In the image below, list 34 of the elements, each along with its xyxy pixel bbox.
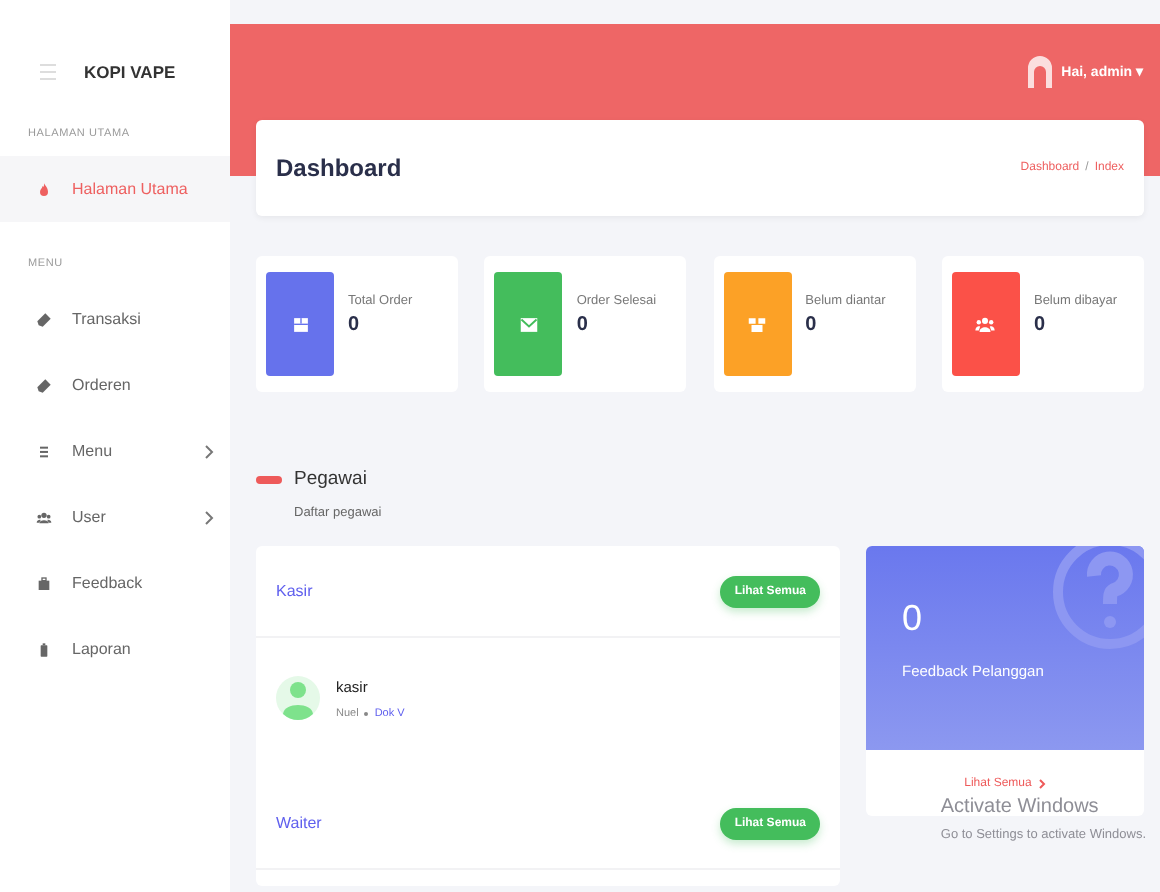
stat-value: 0 <box>805 314 819 336</box>
users-icon <box>36 509 52 525</box>
section-title: Pegawai <box>294 468 367 490</box>
tag-icon <box>36 377 52 393</box>
battery-icon <box>36 641 52 657</box>
sidebar-item[interactable]: Transaksi <box>0 286 230 352</box>
sidebar-item[interactable]: Laporan <box>0 616 230 682</box>
group-title: Kasir <box>276 582 313 600</box>
sidebar-item[interactable]: Halaman Utama <box>0 156 230 222</box>
user-avatar-icon[interactable] <box>1025 56 1054 88</box>
stat-value: 0 <box>1033 314 1048 336</box>
box-icon <box>289 313 311 335</box>
activation-notice-title: Activate Windows <box>940 796 1101 818</box>
chevron-icon <box>1037 777 1046 789</box>
briefcase-icon <box>36 575 52 591</box>
list-icon <box>36 443 52 459</box>
tag-icon <box>36 311 52 327</box>
sidebar-item[interactable]: Feedback <box>0 550 230 616</box>
flame-icon <box>36 181 52 197</box>
users-icon <box>974 313 997 335</box>
sidebar-item[interactable]: User <box>0 484 230 550</box>
menu-icon[interactable] <box>40 62 56 82</box>
separator-dot <box>364 711 369 715</box>
page-title: Dashboard <box>276 154 402 182</box>
sidebar-item[interactable]: Orderen <box>0 352 230 418</box>
sidebar-item[interactable]: Menu <box>0 418 230 484</box>
group-title: Waiter <box>276 814 322 832</box>
boxes-icon <box>746 313 769 335</box>
stat-value: 0 <box>348 314 362 336</box>
feedback-count: 0 <box>902 598 925 640</box>
brand-name: KOPI VAPE <box>84 62 176 82</box>
stat-value: 0 <box>576 314 590 336</box>
envelope-icon <box>517 313 540 335</box>
section-marker <box>256 475 282 483</box>
